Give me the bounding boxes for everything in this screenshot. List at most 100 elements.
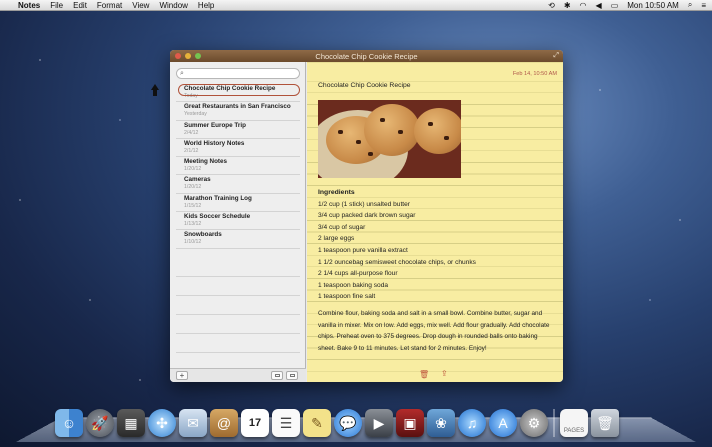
ingredients-heading: Ingredients (318, 189, 355, 196)
list-item[interactable]: Meeting Notes 1/20/12 (176, 157, 300, 176)
list-item[interactable]: Kids Soccer Schedule 1/13/12 (176, 212, 300, 231)
menu-bar: Notes File Edit Format View Window Help … (0, 0, 712, 11)
note-date: Feb 14, 10:50 AM (512, 71, 557, 77)
note-editor[interactable]: Feb 14, 10:50 AM Chocolate Chip Cookie R… (307, 62, 563, 382)
menubar-clock[interactable]: Mon 10:50 AM (627, 1, 679, 10)
note-item-title: Great Restaurants in San Francisco (184, 103, 291, 111)
delete-note-icon[interactable]: 🗑 (419, 370, 429, 379)
note-item-date: 1/10/12 (184, 239, 202, 246)
itunes-icon[interactable]: ♫ (458, 409, 486, 437)
notes-window: Chocolate Chip Cookie Recipe ⤢ ⌕ Chocola… (170, 50, 563, 382)
note-item-title: World History Notes (184, 139, 245, 147)
menu-file[interactable]: File (50, 1, 63, 10)
list-item[interactable]: Marathon Training Log 1/15/12 (176, 194, 300, 213)
show-note-list-button[interactable] (286, 371, 298, 380)
system-preferences-icon[interactable]: ⚙ (520, 409, 548, 437)
share-icon[interactable]: ⇪ (441, 369, 448, 378)
note-item-title: Marathon Training Log (184, 194, 252, 202)
directions-paragraph: Combine flour, baking soda and salt in a… (318, 310, 550, 352)
reminders-icon[interactable]: ☰ (272, 409, 300, 437)
ingredient-line: 2 1/4 cups all-purpose flour (318, 270, 398, 278)
list-item[interactable]: Snowboards 1/10/12 (176, 230, 300, 249)
close-button[interactable] (175, 53, 181, 59)
finder-icon[interactable]: ☺ (55, 409, 83, 437)
list-item[interactable]: Chocolate Chip Cookie Recipe Today (176, 84, 300, 103)
bluetooth-icon[interactable]: ✱ (564, 1, 571, 10)
ingredient-line: 1 teaspoon pure vanilla extract (318, 247, 408, 254)
window-title: Chocolate Chip Cookie Recipe (315, 51, 418, 61)
mouse-cursor-icon (151, 84, 159, 96)
note-item-title: Kids Soccer Schedule (184, 213, 251, 221)
menu-format[interactable]: Format (97, 1, 122, 10)
note-item-date: 2/4/12 (184, 129, 199, 136)
note-item-date: 1/20/12 (184, 166, 202, 173)
note-item-title: Chocolate Chip Cookie Recipe (184, 85, 276, 92)
app-store-icon[interactable]: A (489, 409, 517, 437)
spotlight-icon[interactable]: ⌕ (688, 0, 692, 10)
note-item-date: Yesterday (184, 111, 207, 118)
trash-icon[interactable]: 🗑 (591, 409, 619, 437)
menu-window[interactable]: Window (159, 1, 187, 10)
photo-booth-icon[interactable]: ▣ (396, 409, 424, 437)
list-icon (290, 374, 295, 377)
ingredient-line: 2 large eggs (318, 235, 355, 243)
note-item-date: 1/15/12 (184, 202, 202, 209)
note-item-date: 1/13/12 (184, 221, 202, 228)
iphoto-icon[interactable]: ❀ (427, 409, 455, 437)
note-item-title: Summer Europe Trip (184, 121, 246, 129)
minimize-button[interactable] (185, 53, 191, 59)
ingredient-line: 1/2 cup (1 stick) unsalted butter (318, 200, 410, 208)
calendar-day: 17 (248, 417, 262, 429)
list-item[interactable]: Great Restaurants in San Francisco Yeste… (176, 102, 300, 121)
zoom-button[interactable] (195, 53, 201, 59)
notification-center-icon[interactable]: ≡ (701, 1, 706, 10)
note-item-title: Cameras (184, 176, 211, 184)
time-machine-icon[interactable]: ⟲ (548, 1, 555, 10)
menu-help[interactable]: Help (198, 1, 214, 10)
app-menu[interactable]: Notes (18, 1, 40, 10)
contacts-icon[interactable]: @ (210, 409, 238, 437)
ingredient-line: 1 teaspoon fine salt (318, 293, 376, 301)
note-title: Chocolate Chip Cookie Recipe (318, 82, 411, 89)
ingredient-line: 1 teaspoon baking soda (318, 281, 389, 289)
note-item-title: Snowboards (184, 231, 222, 239)
document-icon[interactable]: PAGES (560, 409, 588, 437)
facetime-icon[interactable]: ▶ (365, 409, 393, 437)
note-item-title: Meeting Notes (184, 158, 228, 166)
notes-icon[interactable]: ✎ (303, 409, 331, 437)
note-item-date: Today (184, 93, 198, 99)
battery-icon[interactable]: ▭ (611, 1, 619, 10)
volume-icon[interactable]: ◀ (596, 1, 602, 10)
mission-control-icon[interactable]: ▦ (117, 409, 145, 437)
dock-separator (553, 409, 555, 437)
search-input[interactable]: ⌕ (176, 68, 300, 79)
menu-edit[interactable]: Edit (73, 1, 87, 10)
wifi-icon[interactable]: ◠ (580, 1, 587, 10)
show-folders-button[interactable] (271, 371, 283, 380)
ingredient-line: 1 1/2 ouncebag semisweet chocolate chips… (318, 258, 476, 266)
search-icon: ⌕ (180, 69, 184, 77)
notes-list-empty-area (176, 258, 300, 370)
cookie-photo[interactable] (318, 100, 461, 178)
notes-sidebar: ⌕ Chocolate Chip Cookie Recipe Today Gre… (170, 62, 306, 382)
list-item[interactable]: World History Notes 2/1/12 (176, 139, 300, 158)
ingredient-line: 3/4 cup of sugar (318, 223, 366, 231)
sidebar-toolbar: + (170, 368, 306, 382)
safari-icon[interactable]: ✣ (148, 409, 176, 437)
title-bar[interactable]: Chocolate Chip Cookie Recipe ⤢ (170, 50, 563, 62)
fullscreen-icon[interactable]: ⤢ (553, 52, 559, 60)
note-toolbar: 🗑 ⇪ (307, 366, 563, 382)
launchpad-icon[interactable]: 🚀 (86, 409, 114, 437)
document-label: PAGES (563, 428, 585, 434)
ingredient-line: 3/4 cup packed dark brown sugar (318, 212, 416, 220)
mail-icon[interactable]: ✉ (179, 409, 207, 437)
dock: ☺ 🚀 ▦ ✣ ✉ @ 17 ☰ ✎ 💬 ▶ ▣ ❀ ♫ A ⚙ PAGES 🗑 (55, 401, 619, 437)
add-note-button[interactable]: + (176, 371, 188, 380)
folders-icon (275, 374, 280, 377)
list-item[interactable]: Summer Europe Trip 2/4/12 (176, 121, 300, 139)
note-item-date: 2/1/12 (184, 147, 199, 154)
messages-icon[interactable]: 💬 (334, 409, 362, 437)
menu-view[interactable]: View (132, 1, 149, 10)
list-item[interactable]: Cameras 1/20/12 (176, 175, 300, 194)
calendar-icon[interactable]: 17 (241, 409, 269, 437)
